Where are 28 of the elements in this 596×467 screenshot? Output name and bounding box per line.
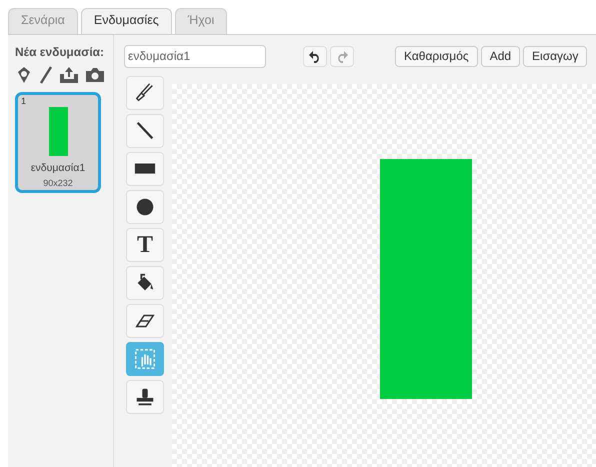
stamp-icon bbox=[134, 386, 156, 408]
line-icon bbox=[134, 120, 156, 142]
upload-icon[interactable] bbox=[59, 66, 79, 84]
redo-icon bbox=[335, 49, 349, 63]
tool-button[interactable]: T bbox=[126, 228, 164, 262]
tool-button[interactable] bbox=[126, 152, 164, 186]
toolbar-button[interactable]: Add bbox=[480, 46, 520, 66]
select-icon bbox=[134, 348, 156, 370]
costume-number: 1 bbox=[21, 95, 26, 108]
tool-button[interactable] bbox=[126, 304, 164, 338]
costume-size: 90x232 bbox=[43, 176, 73, 190]
camera-icon[interactable] bbox=[85, 67, 105, 83]
undo-button[interactable] bbox=[303, 46, 327, 66]
undo-icon bbox=[308, 49, 322, 63]
tab[interactable]: Ενδυμασίες bbox=[80, 8, 172, 34]
tool-button[interactable] bbox=[126, 380, 164, 414]
tool-button[interactable] bbox=[126, 114, 164, 148]
toolbar-button[interactable]: Εισαγωγ bbox=[523, 46, 588, 66]
sidebar-title: Νέα ενδυμασία: bbox=[15, 44, 106, 61]
tool-button[interactable] bbox=[126, 266, 164, 300]
costume-preview bbox=[48, 107, 68, 156]
circle-icon bbox=[134, 196, 156, 218]
costume-thumbnail[interactable]: 1 ενδυμασία1 90x232 bbox=[15, 92, 101, 193]
tool-button[interactable] bbox=[126, 190, 164, 224]
tool-button[interactable] bbox=[126, 76, 164, 110]
toolbar-button[interactable]: Καθαρισμός bbox=[395, 46, 478, 66]
costume-name-field[interactable]: ενδυμασία1 bbox=[124, 44, 266, 68]
costume-name: ενδυμασία1 bbox=[30, 160, 86, 176]
